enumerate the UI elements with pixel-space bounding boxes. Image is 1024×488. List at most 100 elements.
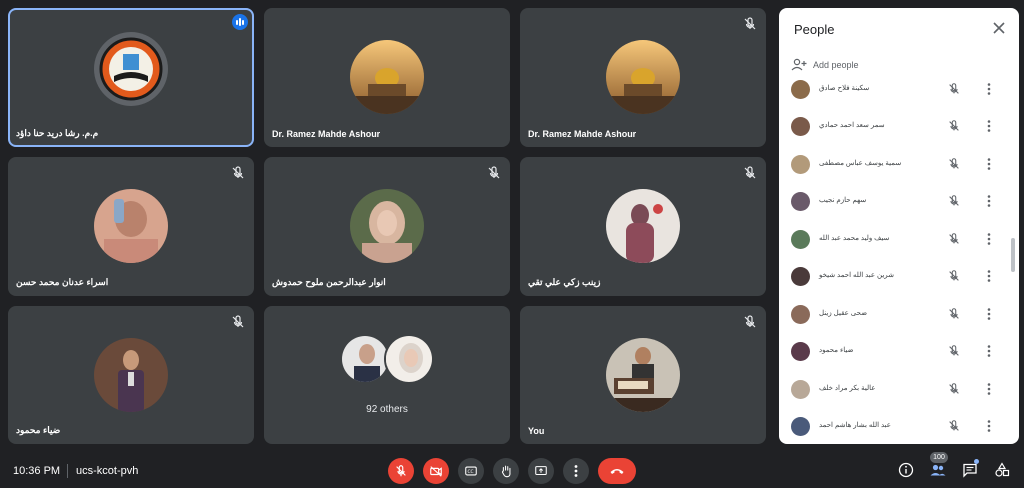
mic-off-icon: [744, 166, 756, 179]
participant-avatar: [94, 338, 168, 412]
participant-tile[interactable]: انوار عبدالرحمن ملوح حمدوش: [264, 157, 510, 296]
participant-logo-avatar: [94, 32, 168, 106]
more-options-icon[interactable]: [982, 119, 996, 133]
svg-text:CC: CC: [468, 469, 474, 475]
list-item[interactable]: ضياء محمود: [779, 336, 1019, 366]
more-options-icon[interactable]: [982, 157, 996, 171]
close-icon[interactable]: [991, 20, 1007, 36]
others-tile[interactable]: 92 others: [264, 306, 510, 444]
list-item[interactable]: سيف وليد محمد عبد الله: [779, 224, 1019, 254]
speaking-indicator-icon: [232, 14, 248, 30]
participant-avatar: [606, 40, 680, 114]
participant-name: عالية بكر مراد خلف: [819, 385, 876, 392]
participant-avatar: [350, 40, 424, 114]
participant-name: Dr. Ramez Mahde Ashour: [272, 129, 381, 139]
panel-scrollbar[interactable]: [1011, 238, 1015, 272]
clock: 10:36 PM: [13, 465, 61, 477]
mic-off-icon: [488, 166, 500, 179]
raise-hand-button[interactable]: [493, 458, 519, 484]
list-item[interactable]: سمية يوسف عباس مصطفى: [779, 149, 1019, 179]
more-options-icon[interactable]: [982, 344, 996, 358]
participant-tile[interactable]: اسراء عدنان محمد حسن: [8, 157, 254, 296]
participant-avatar: [384, 334, 434, 384]
participant-name: شرين عبد الله احمد شيخو: [819, 272, 895, 279]
participant-name: سيف وليد محمد عبد الله: [819, 235, 890, 242]
people-button[interactable]: [929, 461, 947, 479]
participant-avatar: [94, 189, 168, 263]
mic-toggle-button[interactable]: [388, 458, 414, 484]
list-item[interactable]: عبد الله بشار هاشم احمد: [779, 411, 1019, 441]
mic-off-icon[interactable]: [947, 344, 961, 358]
list-item[interactable]: سكينة فلاح صادق: [779, 74, 1019, 104]
people-panel: People Add people سكينة فلاح صادق سمر سع…: [779, 8, 1019, 444]
avatar: [791, 305, 810, 324]
participant-avatar: [340, 334, 390, 384]
more-options-icon[interactable]: [982, 382, 996, 396]
avatar: [791, 380, 810, 399]
mic-off-icon: [744, 315, 756, 328]
more-options-icon[interactable]: [982, 269, 996, 283]
camera-toggle-button[interactable]: [423, 458, 449, 484]
camera-off-icon: [430, 466, 442, 477]
add-people-button[interactable]: Add people: [791, 56, 859, 74]
participant-name: ضياء محمود: [16, 425, 61, 435]
more-options-icon[interactable]: [982, 307, 996, 321]
mic-off-icon: [232, 315, 244, 328]
more-options-icon[interactable]: [982, 194, 996, 208]
chat-icon: [963, 463, 977, 478]
avatar: [791, 192, 810, 211]
leave-call-button[interactable]: [598, 458, 636, 484]
participant-tile[interactable]: Dr. Ramez Mahde Ashour: [520, 8, 766, 147]
participant-name: انوار عبدالرحمن ملوح حمدوش: [272, 277, 386, 287]
participant-name: You: [528, 426, 545, 436]
participant-name: زينب زكي علي تقي: [528, 277, 601, 287]
participant-name: سهم حازم نجيب: [819, 197, 867, 204]
chat-notification-dot: [974, 459, 979, 464]
meeting-details-button[interactable]: [897, 461, 915, 479]
self-tile[interactable]: You: [520, 306, 766, 444]
mic-off-icon[interactable]: [947, 157, 961, 171]
mic-off-icon[interactable]: [947, 382, 961, 396]
list-item[interactable]: سمر سعد احمد حمادي: [779, 111, 1019, 141]
avatar: [791, 417, 810, 436]
mic-off-icon[interactable]: [947, 82, 961, 96]
add-person-icon: [791, 58, 807, 71]
meet-stage: م.م. رشا دريد حنا داؤد Dr. Ramez Mahde A…: [0, 0, 1024, 488]
mic-off-icon[interactable]: [947, 232, 961, 246]
mic-off-icon: [744, 17, 756, 30]
self-avatar: [606, 338, 680, 412]
participant-avatar: [350, 189, 424, 263]
participant-tile[interactable]: Dr. Ramez Mahde Ashour: [264, 8, 510, 147]
participant-name: سمر سعد احمد حمادي: [819, 122, 885, 129]
participant-name: اسراء عدنان محمد حسن: [16, 277, 109, 287]
mic-off-icon[interactable]: [947, 194, 961, 208]
present-screen-icon: [535, 466, 547, 476]
mic-off-icon[interactable]: [947, 307, 961, 321]
hang-up-icon: [610, 469, 624, 474]
panel-title: People: [794, 22, 835, 37]
activities-button[interactable]: [993, 461, 1011, 479]
participant-tile[interactable]: زينب زكي علي تقي: [520, 157, 766, 296]
present-button[interactable]: [528, 458, 554, 484]
captions-button[interactable]: CC: [458, 458, 484, 484]
more-options-button[interactable]: [563, 458, 589, 484]
divider: [67, 464, 68, 478]
people-icon: [930, 464, 946, 476]
participant-tile[interactable]: ضياء محمود: [8, 306, 254, 444]
participant-tile[interactable]: م.م. رشا دريد حنا داؤد: [8, 8, 254, 147]
mic-off-icon: [396, 465, 406, 477]
participant-name: عبد الله بشار هاشم احمد: [819, 422, 891, 429]
avatar: [791, 342, 810, 361]
list-item[interactable]: سهم حازم نجيب: [779, 186, 1019, 216]
mic-off-icon[interactable]: [947, 419, 961, 433]
more-options-icon[interactable]: [982, 419, 996, 433]
more-options-icon[interactable]: [982, 82, 996, 96]
list-item[interactable]: شرين عبد الله احمد شيخو: [779, 261, 1019, 291]
more-options-icon[interactable]: [982, 232, 996, 246]
list-item[interactable]: ضحى عقيل زينل: [779, 299, 1019, 329]
bottom-bar: 10:36 PM ucs-kcot-pvh CC 100: [0, 452, 1024, 488]
mic-off-icon[interactable]: [947, 119, 961, 133]
avatar: [791, 267, 810, 286]
mic-off-icon[interactable]: [947, 269, 961, 283]
list-item[interactable]: عالية بكر مراد خلف: [779, 374, 1019, 404]
